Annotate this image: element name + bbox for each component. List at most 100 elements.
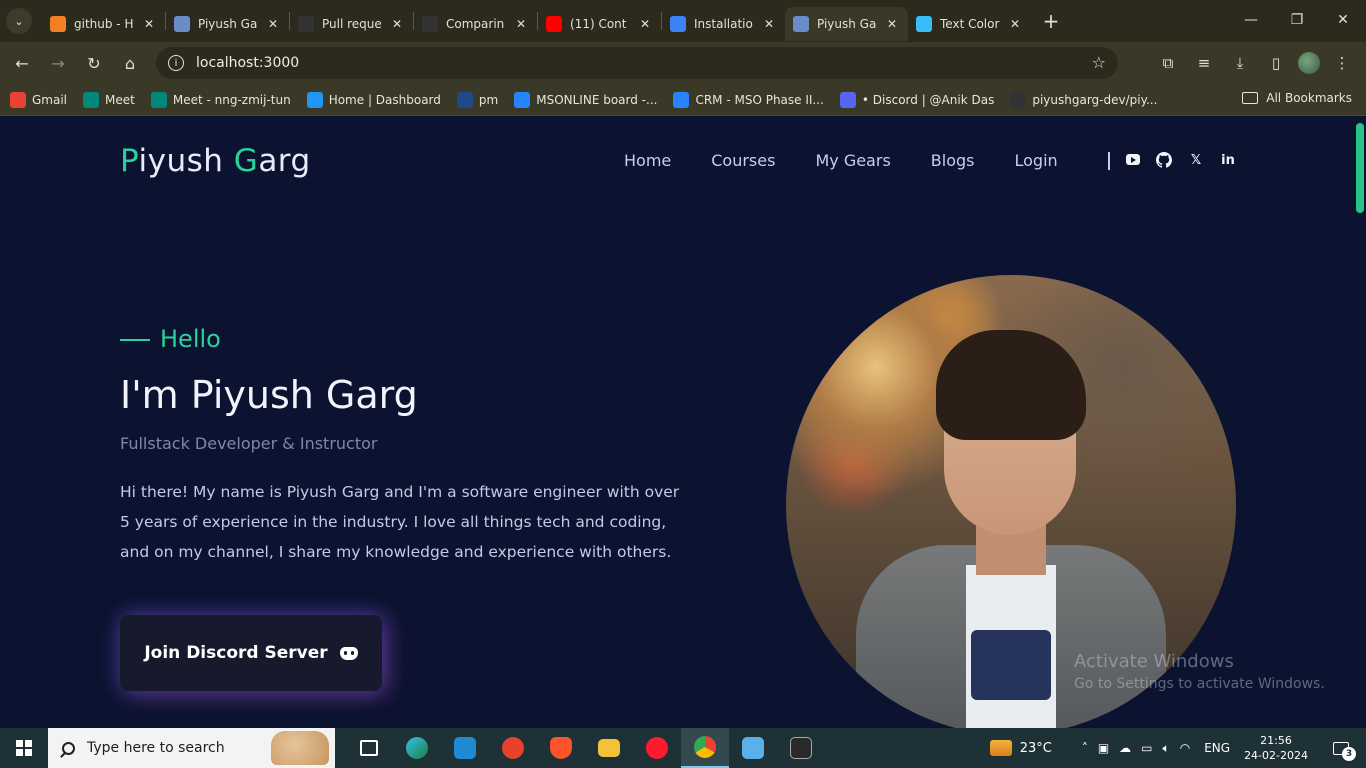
- linkedin-icon[interactable]: in: [1220, 151, 1236, 169]
- tab-title: github - H: [74, 17, 134, 31]
- weather-widget[interactable]: 23°C: [989, 740, 1052, 756]
- terminal-icon[interactable]: [777, 728, 825, 768]
- brave-icon[interactable]: [537, 728, 585, 768]
- bookmark-item[interactable]: Gmail: [10, 91, 68, 108]
- tab-title: (11) Cont: [570, 17, 627, 31]
- tab-close-icon[interactable]: ✕: [884, 17, 900, 31]
- bookmark-star-icon[interactable]: ☆: [1092, 53, 1106, 72]
- side-panel-icon[interactable]: ▯: [1262, 49, 1290, 77]
- tab-close-icon[interactable]: ✕: [141, 17, 157, 31]
- browser-tab[interactable]: Comparin ✕: [414, 7, 537, 41]
- tab-title: Piyush Ga: [817, 17, 877, 31]
- site-nav: Home Courses My Gears Blogs Login: [624, 151, 1058, 170]
- tab-close-icon[interactable]: ✕: [389, 17, 405, 31]
- browser-tab[interactable]: Piyush Ga ✕: [785, 7, 908, 41]
- restore-button[interactable]: ❐: [1274, 0, 1320, 40]
- bookmark-label: • Discord | @Anik Das: [861, 92, 995, 107]
- back-button[interactable]: ←: [4, 45, 40, 81]
- minimize-button[interactable]: —: [1228, 0, 1274, 40]
- wifi-icon[interactable]: ◠: [1180, 741, 1190, 756]
- nav-home[interactable]: Home: [624, 151, 671, 170]
- bookmark-item[interactable]: piyushgarg-dev/piy...: [1010, 91, 1157, 108]
- site-info-icon[interactable]: i: [168, 55, 184, 71]
- notification-center-button[interactable]: 3: [1326, 733, 1356, 763]
- social-links: 𝕏 in: [1126, 151, 1236, 169]
- browser-tab[interactable]: Text Color ✕: [908, 7, 1031, 41]
- bookmark-item[interactable]: Home | Dashboard: [306, 91, 441, 108]
- bookmark-label: Home | Dashboard: [328, 92, 441, 107]
- page-icon: [174, 16, 190, 32]
- join-discord-button[interactable]: Join Discord Server: [120, 615, 382, 691]
- opera-icon[interactable]: [633, 728, 681, 768]
- reload-button[interactable]: ↻: [76, 45, 112, 81]
- taskbar-search-placeholder: Type here to search: [87, 740, 225, 756]
- tab-close-icon[interactable]: ✕: [637, 17, 653, 31]
- edge-icon[interactable]: [393, 728, 441, 768]
- chevron-up-icon[interactable]: ˄: [1082, 741, 1088, 756]
- menu-kebab-icon[interactable]: ⋮: [1328, 49, 1356, 77]
- bookmark-item[interactable]: Meet - nng-zmij-tun: [150, 91, 291, 108]
- start-button[interactable]: [0, 728, 48, 768]
- close-window-button[interactable]: ✕: [1320, 0, 1366, 40]
- forward-button[interactable]: →: [40, 45, 76, 81]
- browser-tab[interactable]: github - H ✕: [42, 7, 165, 41]
- folder-icon: [1242, 92, 1259, 104]
- page-scrollbar[interactable]: [1356, 123, 1364, 213]
- nav-courses[interactable]: Courses: [711, 151, 775, 170]
- bookmark-item[interactable]: • Discord | @Anik Das: [839, 91, 995, 108]
- hello-accent-line: [120, 339, 150, 341]
- meet-now-icon[interactable]: ▣: [1098, 741, 1109, 756]
- browser-tab[interactable]: Pull reque ✕: [290, 7, 413, 41]
- onedrive-icon[interactable]: ☁: [1119, 741, 1131, 756]
- battery-icon[interactable]: ▭: [1141, 741, 1152, 756]
- bookmark-item[interactable]: pm: [456, 91, 498, 108]
- tray-icons: ˄ ▣ ☁ ▭ 🔈︎ ◠: [1082, 741, 1190, 756]
- browser-tab[interactable]: (11) Cont ✕: [538, 7, 661, 41]
- browser-tab[interactable]: Piyush Ga ✕: [166, 7, 289, 41]
- address-bar[interactable]: i localhost:3000 ☆: [156, 47, 1118, 79]
- browser-tab[interactable]: Installatio ✕: [662, 7, 785, 41]
- bookmark-item[interactable]: Meet: [83, 91, 135, 108]
- browser-toolbar: ← → ↻ ⌂ i localhost:3000 ☆ ⧉ ≡ ⤓ ▯ ⋮: [0, 42, 1366, 84]
- tab-close-icon[interactable]: ✕: [761, 17, 777, 31]
- k-icon: [306, 91, 323, 108]
- tab-close-icon[interactable]: ✕: [513, 17, 529, 31]
- task-view-icon[interactable]: [345, 728, 393, 768]
- file-explorer-icon[interactable]: [585, 728, 633, 768]
- github-icon[interactable]: [1156, 151, 1172, 169]
- vscode-icon[interactable]: [441, 728, 489, 768]
- nav-login[interactable]: Login: [1014, 151, 1057, 170]
- nav-my-gears[interactable]: My Gears: [815, 151, 890, 170]
- bookmark-item[interactable]: CRM - MSO Phase II...: [673, 91, 824, 108]
- new-tab-button[interactable]: +: [1037, 7, 1065, 35]
- all-bookmarks-button[interactable]: All Bookmarks: [1242, 91, 1352, 105]
- tab-close-icon[interactable]: ✕: [265, 17, 281, 31]
- bookmark-item[interactable]: MSONLINE board -...: [514, 91, 657, 108]
- tab-close-icon[interactable]: ✕: [1007, 17, 1023, 31]
- clock[interactable]: 21:56 24-02-2024: [1244, 733, 1308, 763]
- tab-search-button[interactable]: ⌄: [6, 8, 32, 34]
- bookmark-label: Gmail: [32, 92, 68, 107]
- youtube-icon[interactable]: [1126, 154, 1140, 165]
- clock-date: 24-02-2024: [1244, 749, 1308, 762]
- volume-icon[interactable]: 🔈︎: [1163, 741, 1170, 756]
- taskbar-search[interactable]: Type here to search: [48, 728, 335, 768]
- media-control-icon[interactable]: ≡: [1190, 49, 1218, 77]
- wps-icon[interactable]: [489, 728, 537, 768]
- github-icon: [422, 16, 438, 32]
- profile-avatar[interactable]: [1298, 52, 1320, 74]
- github-icon: [1010, 91, 1027, 108]
- url-text: localhost:3000: [196, 55, 300, 71]
- language-indicator[interactable]: ENG: [1204, 741, 1230, 755]
- temperature: 23°C: [1019, 740, 1052, 756]
- chrome-icon[interactable]: [681, 728, 729, 768]
- remote-desktop-icon[interactable]: [729, 728, 777, 768]
- x-icon[interactable]: 𝕏: [1188, 151, 1204, 169]
- nav-blogs[interactable]: Blogs: [931, 151, 975, 170]
- home-button[interactable]: ⌂: [112, 45, 148, 81]
- extensions-icon[interactable]: ⧉: [1154, 49, 1182, 77]
- bookmark-label: Meet - nng-zmij-tun: [172, 92, 291, 107]
- download-icon[interactable]: ⤓: [1226, 49, 1254, 77]
- site-logo[interactable]: Piyush Garg: [120, 143, 311, 179]
- window-controls: — ❐ ✕: [1228, 0, 1366, 42]
